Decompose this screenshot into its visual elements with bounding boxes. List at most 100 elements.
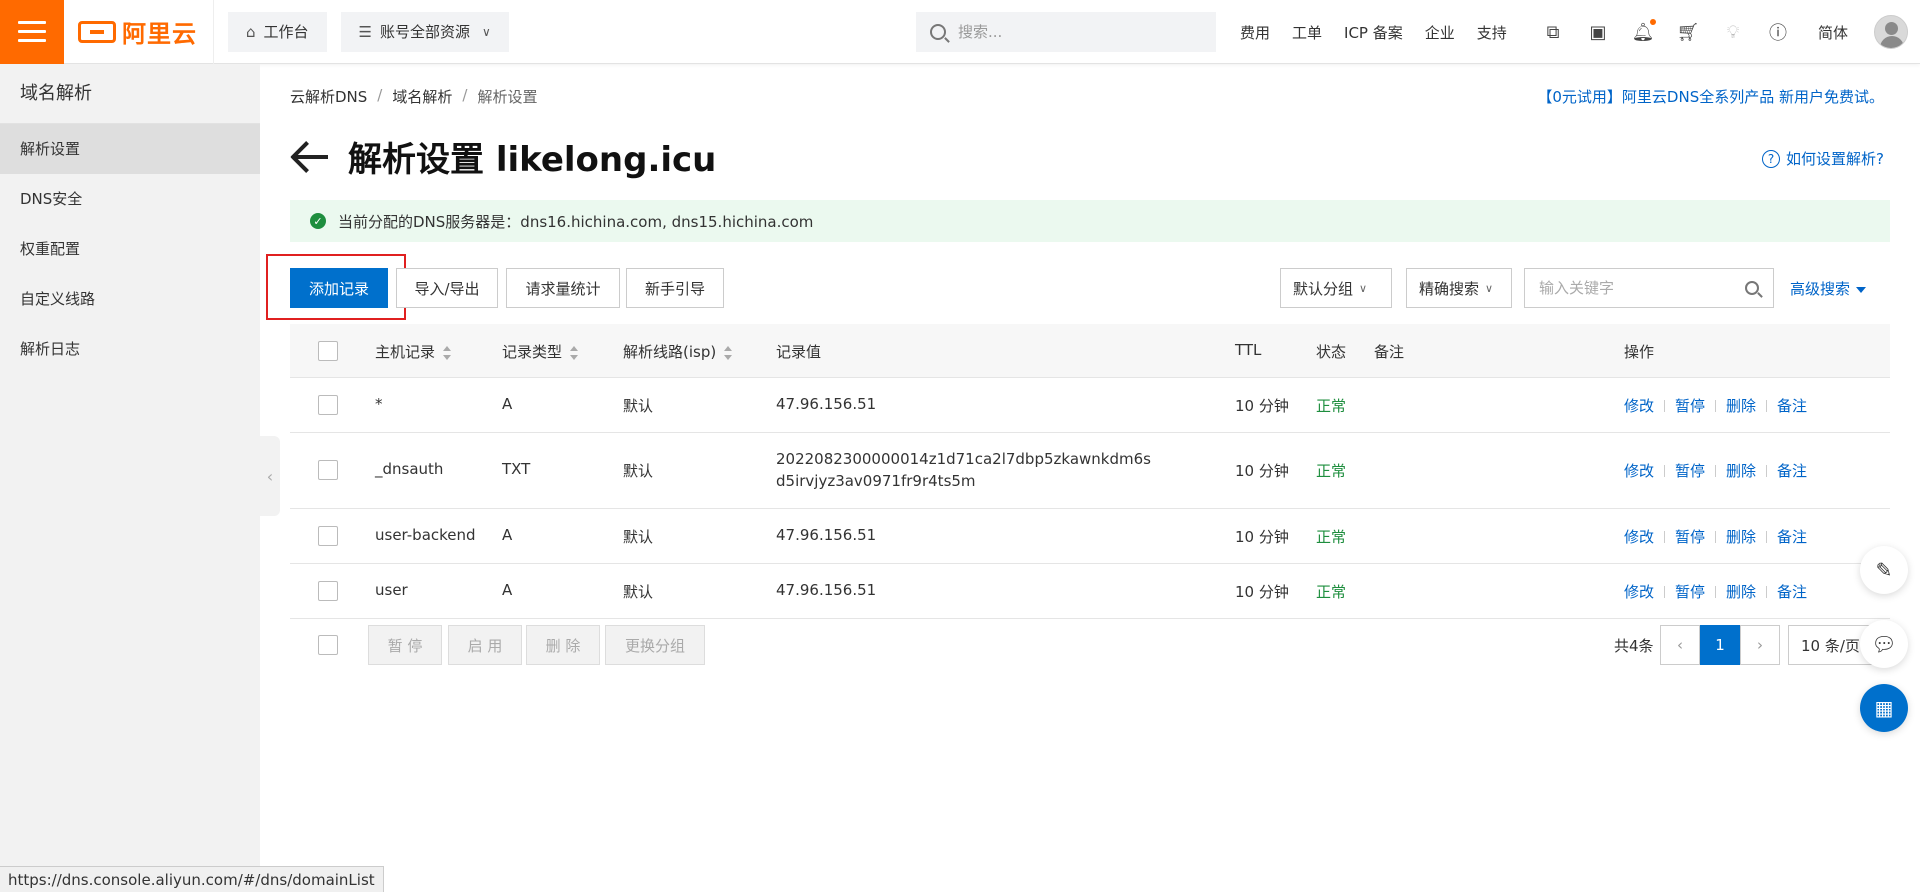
sidebar-collapse-handle[interactable]: ‹ [260,436,280,516]
search-mode-value: 精确搜索 [1419,279,1480,298]
terminal-icon[interactable]: ▣ [1587,21,1609,43]
workbench-button[interactable]: ⌂ 工作台 [228,11,327,52]
breadcrumb-dns[interactable]: 云解析DNS [290,86,367,107]
column-host[interactable]: 主机记录 [375,341,452,362]
cell-type: A [502,526,513,544]
batch-pause-button[interactable]: 暂 停 [368,625,442,665]
batch-delete-button[interactable]: 删 除 [526,625,600,665]
sidebar-item-dns-security[interactable]: DNS安全 [0,174,260,224]
search-icon[interactable] [1745,281,1759,295]
remark-link[interactable]: 备注 [1777,581,1807,602]
resources-dropdown[interactable]: ☰ 账号全部资源 ∨ [340,11,509,52]
workbench-label: 工作台 [263,23,309,41]
global-search-input[interactable] [958,23,1198,41]
pause-link[interactable]: 暂停 [1675,581,1705,602]
row-checkbox[interactable] [318,526,338,546]
remark-link[interactable]: 备注 [1777,526,1807,547]
row-actions: 修改 暂停 删除 备注 [1624,460,1807,481]
keyword-input[interactable] [1539,279,1739,297]
delete-link[interactable]: 删除 [1726,526,1756,547]
top-navigation-bar: 阿里云 ⌂ 工作台 ☰ 账号全部资源 ∨ 费用 工单 ICP 备案 企业 支持 … [0,0,1920,64]
pause-link[interactable]: 暂停 [1675,526,1705,547]
add-record-button[interactable]: 添加记录 [290,268,388,308]
sidebar-title: 域名解析 [0,64,260,124]
link-tickets[interactable]: 工单 [1292,22,1322,43]
remark-link[interactable]: 备注 [1777,395,1807,416]
menu-icon[interactable] [0,0,64,64]
group-select-value: 默认分组 [1293,279,1354,298]
api-icon[interactable]: ⧉ [1542,21,1564,43]
group-select[interactable]: 默认分组 ∨ [1280,268,1392,308]
edit-link[interactable]: 修改 [1624,581,1654,602]
column-type[interactable]: 记录类型 [502,341,579,362]
link-icp[interactable]: ICP 备案 [1344,22,1403,43]
edit-link[interactable]: 修改 [1624,395,1654,416]
sort-icon [443,345,452,360]
edit-feedback-icon[interactable]: ✎ [1860,546,1908,594]
request-stats-button[interactable]: 请求量统计 [506,268,620,308]
sidebar-item-resolution-settings[interactable]: 解析设置 [0,124,260,174]
cart-icon[interactable]: 🛒︎ [1677,21,1700,43]
column-line[interactable]: 解析线路(isp) [623,341,733,362]
back-arrow-icon[interactable] [290,137,330,177]
global-search [916,12,1216,52]
total-count: 共4条 [1614,637,1654,655]
breadcrumb-separator: / [462,86,468,104]
cell-value: 47.96.156.51 [776,526,877,544]
language-switch[interactable]: 简体 [1818,22,1848,43]
chevron-left-icon: ‹ [1677,636,1683,654]
breadcrumb-domain[interactable]: 域名解析 [392,86,452,107]
cell-status: 正常 [1316,583,1347,601]
import-export-button[interactable]: 导入/导出 [396,268,498,308]
footer-select-all-checkbox[interactable] [318,635,338,655]
table-footer: 暂 停 启 用 删 除 更换分组 共4条 ‹ 1 › 10 条/页 [290,625,1890,675]
pause-link[interactable]: 暂停 [1675,460,1705,481]
edit-link[interactable]: 修改 [1624,460,1654,481]
prev-page-button[interactable]: ‹ [1660,625,1700,665]
cell-host: _dnsauth [375,460,444,478]
cell-value: 2022082300000014z1d71ca2l7dbp5zkawnkdm6s… [776,450,1151,490]
row-checkbox[interactable] [318,395,338,415]
delete-link[interactable]: 删除 [1726,395,1756,416]
advanced-search-label: 高级搜索 [1790,280,1851,298]
sidebar-item-resolution-log[interactable]: 解析日志 [0,324,260,374]
help-icon[interactable]: ⓘ [1767,21,1789,44]
delete-link[interactable]: 删除 [1726,460,1756,481]
batch-enable-button[interactable]: 启 用 [448,625,522,665]
bell-icon[interactable]: 🔔︎ [1632,19,1656,43]
page-1-button[interactable]: 1 [1700,625,1740,665]
link-support[interactable]: 支持 [1477,22,1507,43]
breadcrumb: 云解析DNS / 域名解析 / 解析设置 [290,86,537,107]
row-actions: 修改 暂停 删除 备注 [1624,526,1807,547]
remark-link[interactable]: 备注 [1777,460,1807,481]
next-page-button[interactable]: › [1740,625,1780,665]
help-link[interactable]: ? 如何设置解析? [1690,148,1884,169]
aliyun-logo[interactable]: 阿里云 [64,0,214,64]
row-checkbox[interactable] [318,581,338,601]
search-mode-select[interactable]: 精确搜索 ∨ [1406,268,1512,308]
change-group-button[interactable]: 更换分组 [605,625,705,665]
cell-line: 默认 [623,528,654,546]
select-all-checkbox[interactable] [318,341,338,361]
beginner-guide-button[interactable]: 新手引导 [626,268,724,308]
chevron-down-icon: ∨ [482,24,491,39]
apps-grid-icon[interactable]: ▦ [1860,684,1908,732]
pause-link[interactable]: 暂停 [1675,395,1705,416]
sidebar-item-custom-lines[interactable]: 自定义线路 [0,274,260,324]
avatar[interactable] [1874,15,1908,49]
cell-status: 正常 [1316,528,1347,546]
edit-link[interactable]: 修改 [1624,526,1654,547]
home-icon: ⌂ [246,22,256,41]
link-enterprise[interactable]: 企业 [1425,22,1455,43]
cell-value: 47.96.156.51 [776,395,877,413]
chat-icon[interactable]: 💬︎ [1860,620,1908,668]
advanced-search-link[interactable]: 高级搜索 [1790,278,1867,299]
row-checkbox[interactable] [318,460,338,480]
dns-records-table: 主机记录 记录类型 解析线路(isp) 记录值 TTL 状态 备注 操作 * A… [290,324,1890,619]
sidebar-item-weight-config[interactable]: 权重配置 [0,224,260,274]
promo-link[interactable]: 【0元试用】阿里云DNS全系列产品 新用户免费试。 [1390,86,1884,107]
delete-link[interactable]: 删除 [1726,581,1756,602]
link-billing[interactable]: 费用 [1240,22,1270,43]
lightbulb-icon[interactable]: 💡︎ [1722,21,1744,43]
cell-status: 正常 [1316,397,1347,415]
